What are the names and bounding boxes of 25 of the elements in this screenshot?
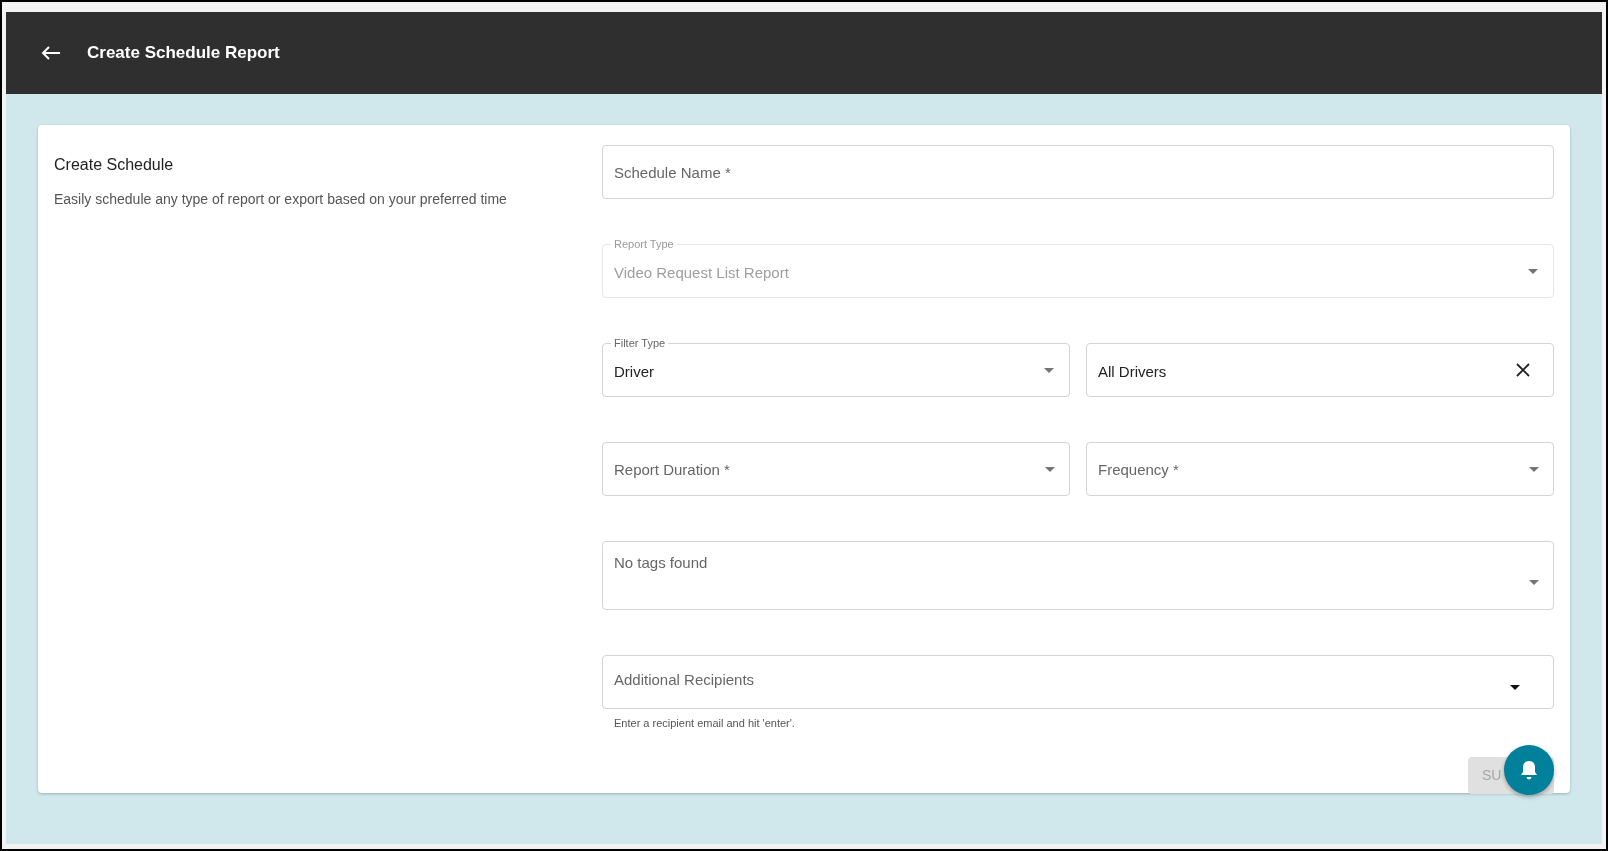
dropdown-caret-icon bbox=[1528, 268, 1538, 274]
select-value: Video Request List Report bbox=[614, 262, 790, 283]
driver-select-field[interactable]: All Drivers bbox=[1086, 343, 1554, 397]
bell-icon bbox=[1520, 760, 1538, 780]
schedule-name-field[interactable]: Schedule Name * bbox=[602, 145, 1554, 199]
helper-text: Enter a recipient email and hit 'enter'. bbox=[614, 716, 796, 731]
select-field[interactable]: Report Duration * bbox=[602, 442, 1070, 496]
dropdown-caret-icon bbox=[1529, 467, 1539, 472]
notification-button[interactable] bbox=[1504, 745, 1554, 795]
dropdown-caret-icon bbox=[1529, 580, 1539, 585]
page-title: Create Schedule Report bbox=[87, 42, 280, 65]
field-label: Filter Type bbox=[611, 336, 669, 350]
dropdown-caret-icon bbox=[1045, 467, 1055, 472]
field-label: Report Type bbox=[611, 237, 677, 251]
select-value: Driver bbox=[614, 361, 655, 382]
section-title: Create Schedule bbox=[54, 155, 175, 175]
section-description: Easily schedule any type of report or export based on your preferred time bbox=[54, 190, 508, 209]
select-field[interactable]: Frequency * bbox=[1086, 442, 1554, 496]
close-icon[interactable] bbox=[1516, 363, 1530, 377]
recipients-field[interactable]: Additional Recipients bbox=[602, 655, 1554, 709]
select-value: All Drivers bbox=[1098, 361, 1168, 382]
back-arrow-icon[interactable] bbox=[41, 45, 61, 61]
tags-select-field[interactable]: No tags found bbox=[602, 541, 1554, 610]
dropdown-caret-icon bbox=[1044, 367, 1054, 373]
dropdown-caret-icon bbox=[1510, 685, 1520, 690]
